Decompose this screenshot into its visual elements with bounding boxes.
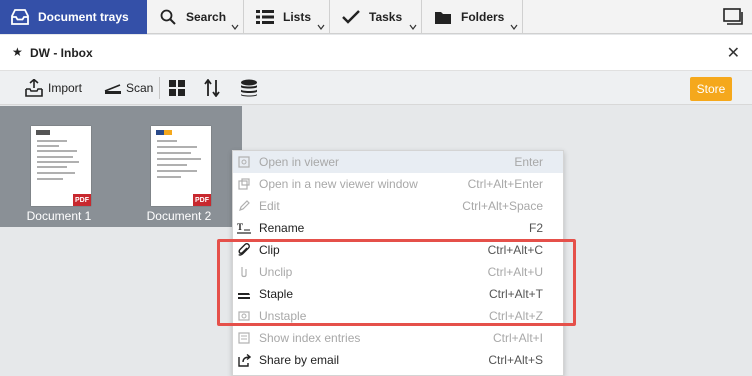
list-icon <box>255 7 275 27</box>
menu-item-open-in-viewer[interactable]: Open in viewer Enter <box>233 151 563 173</box>
menu-item-share-by-email[interactable]: Share by email Ctrl+Alt+S <box>233 349 563 371</box>
inbox-tray-icon <box>10 7 30 27</box>
pdf-badge: PDF <box>193 194 211 206</box>
document-thumbnail[interactable]: PDF <box>151 126 211 206</box>
tab-label: Folders <box>461 10 505 24</box>
database-icon[interactable] <box>240 79 258 97</box>
sort-icon[interactable] <box>204 79 220 97</box>
tab-document-trays[interactable]: Document trays <box>0 0 147 34</box>
menu-item-show-index-entries[interactable]: Show index entries Ctrl+Alt+I <box>233 327 563 349</box>
svg-text:T: T <box>237 222 243 232</box>
tab-label: Document trays <box>38 10 129 24</box>
chevron-down-icon[interactable] <box>317 23 325 31</box>
tab-label: Search <box>186 10 227 24</box>
pencil-icon <box>237 199 251 213</box>
import-button[interactable]: Import <box>24 71 82 105</box>
tray-title-bar: ★ DW - Inbox ✕ <box>0 35 752 71</box>
store-button[interactable]: Store <box>690 77 732 101</box>
import-label: Import <box>48 81 83 95</box>
document-thumbnail[interactable]: PDF <box>31 126 91 206</box>
checkmark-icon <box>341 7 361 27</box>
index-icon <box>237 331 251 345</box>
share-icon <box>237 353 251 367</box>
tab-label: Tasks <box>369 10 403 24</box>
rename-icon: T <box>237 221 251 235</box>
scan-label: Scan <box>126 81 154 95</box>
menu-item-open-new-window[interactable]: Open in a new viewer window Ctrl+Alt+Ent… <box>233 173 563 195</box>
grid-view-icon[interactable] <box>169 80 185 96</box>
page-title: DW - Inbox <box>30 46 93 60</box>
menu-item-edit[interactable]: Edit Ctrl+Alt+Space <box>233 195 563 217</box>
tab-folders[interactable]: Folders <box>423 0 523 34</box>
tab-search[interactable]: Search <box>148 0 244 34</box>
import-icon <box>25 79 43 97</box>
document-label[interactable]: Document 1 <box>9 209 109 223</box>
tab-label: Lists <box>283 10 312 24</box>
window-icon[interactable] <box>722 6 744 28</box>
chevron-down-icon[interactable] <box>510 23 518 31</box>
star-icon[interactable]: ★ <box>12 45 23 59</box>
pdf-badge: PDF <box>73 194 91 206</box>
toolbar: Import Scan Store <box>0 71 752 105</box>
tab-tasks[interactable]: Tasks <box>331 0 422 34</box>
close-icon[interactable]: ✕ <box>727 43 740 63</box>
highlight-box <box>217 239 576 326</box>
search-icon <box>158 7 178 27</box>
chevron-down-icon[interactable] <box>409 23 417 31</box>
divider <box>159 77 160 99</box>
scanner-icon <box>104 84 121 94</box>
tab-lists[interactable]: Lists <box>245 0 330 34</box>
folder-icon <box>433 7 453 27</box>
chevron-down-icon[interactable] <box>231 23 239 31</box>
document-label[interactable]: Document 2 <box>129 209 229 223</box>
scan-button[interactable]: Scan <box>104 71 153 105</box>
top-navigation: Document trays Search Lists Tasks Folder… <box>0 0 752 34</box>
menu-item-rename[interactable]: T Rename F2 <box>233 217 563 239</box>
viewer-icon <box>237 155 251 169</box>
new-window-icon <box>237 177 251 191</box>
